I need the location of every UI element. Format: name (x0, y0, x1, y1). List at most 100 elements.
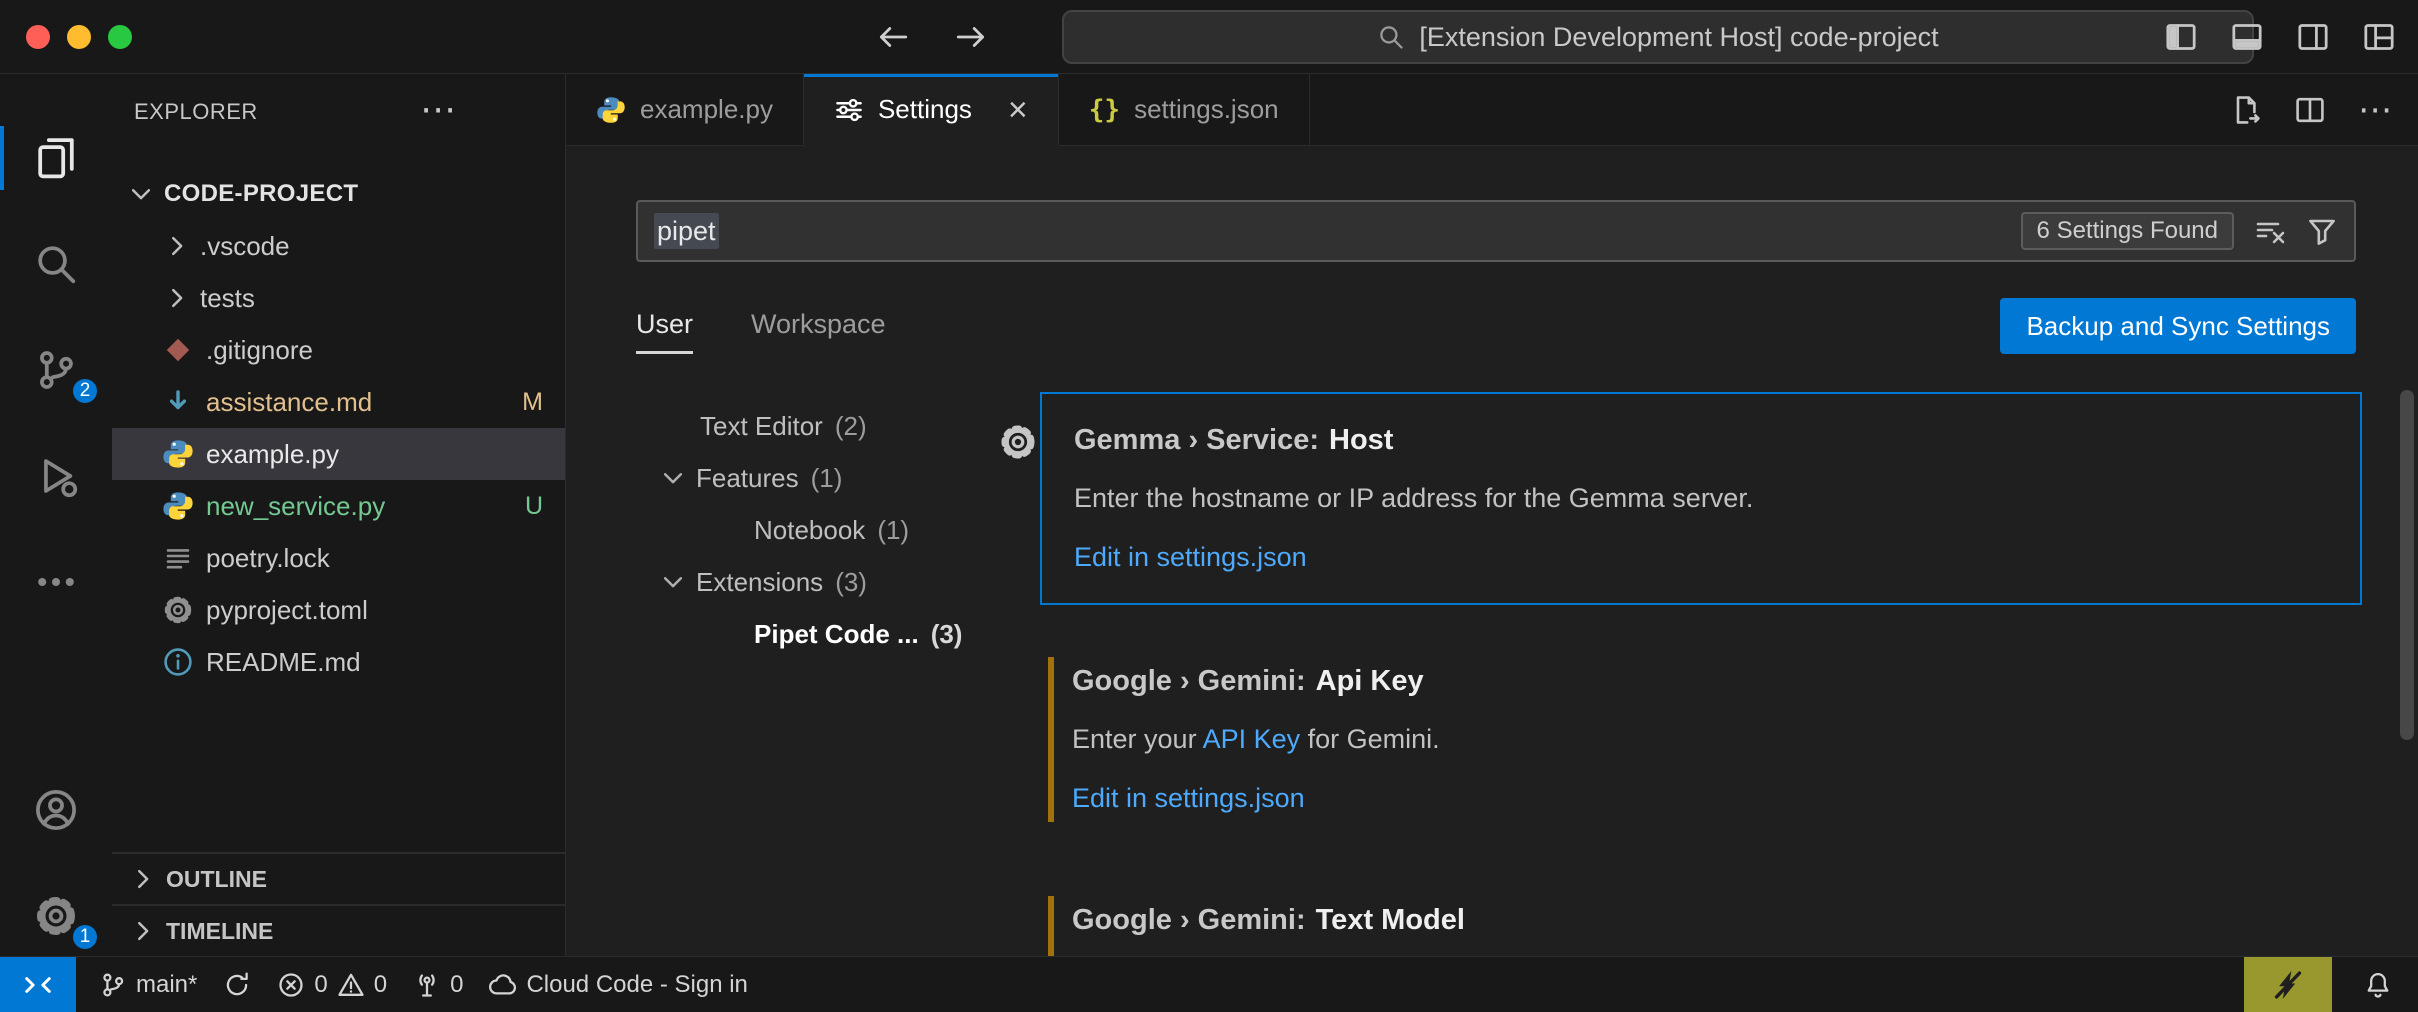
open-settings-json-icon[interactable] (2230, 94, 2262, 126)
toggle-panel-icon[interactable] (2230, 20, 2264, 54)
more-actions-icon[interactable]: ⋯ (2358, 93, 2392, 127)
status-bar-right (2244, 957, 2418, 1012)
remote-icon (23, 970, 53, 1000)
close-window-button[interactable] (26, 25, 50, 49)
git-branch-item[interactable]: main* (86, 957, 210, 1012)
activity-source-control-button[interactable]: 2 (0, 342, 112, 398)
activity-run-debug-button[interactable] (0, 448, 112, 504)
tab-settings[interactable]: Settings × (804, 74, 1059, 146)
modified-indicator (1048, 657, 1054, 822)
explorer-item-vscode[interactable]: .vscode (112, 220, 565, 272)
settings-sliders-icon (834, 95, 864, 125)
forward-icon[interactable] (954, 20, 988, 54)
toggle-primary-sidebar-icon[interactable] (2164, 20, 2198, 54)
activity-explorer-button[interactable] (0, 130, 112, 186)
split-editor-icon[interactable] (2294, 94, 2326, 126)
ports-item[interactable]: 0 (400, 957, 476, 1012)
back-icon[interactable] (876, 20, 910, 54)
config-file-icon (162, 594, 194, 626)
explorer-item-poetry-lock[interactable]: poetry.lock (112, 532, 565, 584)
toc-text-editor[interactable]: Text Editor(2) (636, 400, 966, 452)
git-untracked-badge: U (525, 492, 543, 521)
minimize-window-button[interactable] (67, 25, 91, 49)
settings-editor: pipet 6 Settings Found User Workspace Ba… (566, 146, 2418, 956)
zoom-window-button[interactable] (108, 25, 132, 49)
explorer-item-pyproject-toml[interactable]: pyproject.toml (112, 584, 565, 636)
backup-sync-settings-button[interactable]: Backup and Sync Settings (2000, 298, 2356, 354)
views-more-actions-icon[interactable]: ⋯ (420, 88, 457, 130)
close-tab-icon[interactable]: × (1008, 93, 1028, 127)
activity-more-views-button[interactable] (0, 554, 112, 610)
sync-changes-item[interactable] (210, 957, 264, 1012)
settings-scope-bar: User Workspace Backup and Sync Settings (636, 298, 2356, 354)
activity-account-button[interactable] (0, 782, 112, 838)
chevron-down-icon (658, 567, 688, 597)
cloud-code-item[interactable]: Cloud Code - Sign in (476, 957, 760, 1012)
scm-badge: 2 (70, 376, 100, 406)
titlebar: [Extension Development Host] code-projec… (0, 0, 2418, 74)
search-value: pipet (654, 216, 719, 247)
file-tree: CODE-PROJECT .vscode tests .gitignore as… (112, 150, 565, 688)
tab-example-py[interactable]: example.py (566, 74, 804, 146)
explorer-item-tests[interactable]: tests (112, 272, 565, 324)
setting-gemma-service-host[interactable]: Gemma › Service:Host Enter the hostname … (1040, 392, 2362, 605)
extension-host-status-item[interactable] (2244, 957, 2332, 1012)
activity-settings-button[interactable]: 1 (0, 888, 112, 944)
toc-notebook[interactable]: Notebook(1) (636, 504, 966, 556)
api-key-link[interactable]: API Key (1203, 724, 1301, 754)
settings-search-input[interactable]: pipet 6 Settings Found (636, 200, 2356, 262)
activity-search-button[interactable] (0, 236, 112, 292)
filter-icon[interactable] (2306, 215, 2338, 247)
setting-google-gemini-api-key[interactable]: Google › Gemini:Api Key Enter your API K… (1040, 635, 2362, 844)
toggle-secondary-sidebar-icon[interactable] (2296, 20, 2330, 54)
edit-in-settings-json-link[interactable]: Edit in settings.json (1074, 542, 1307, 573)
edit-in-settings-json-link[interactable]: Edit in settings.json (1072, 783, 1305, 814)
setting-description: Enter the hostname or IP address for the… (1074, 483, 2328, 514)
explorer-item-new-service-py[interactable]: new_service.py U (112, 480, 565, 532)
problems-item[interactable]: 0 0 (264, 957, 400, 1012)
settings-badge: 1 (70, 922, 100, 952)
setting-title: Gemma › Service:Host (1074, 424, 2328, 457)
search-actions: 6 Settings Found (2021, 212, 2338, 250)
customize-layout-icon[interactable] (2362, 20, 2396, 54)
git-file-icon (162, 334, 194, 366)
explorer-item-example-py[interactable]: example.py (112, 428, 565, 480)
results-count-badge: 6 Settings Found (2021, 212, 2234, 250)
toc-features[interactable]: Features(1) (636, 452, 966, 504)
ellipsis-icon (33, 559, 79, 605)
status-bar: main* 0 0 0 Cloud Code - Sign in (0, 956, 2418, 1012)
activity-bar: 2 1 (0, 74, 112, 956)
explorer-root-folder[interactable]: CODE-PROJECT (112, 168, 565, 220)
search-icon (1377, 23, 1405, 51)
lock-file-icon (162, 542, 194, 574)
toc-pipet-code[interactable]: Pipet Code ...(3) (636, 608, 966, 660)
settings-list: Gemma › Service:Host Enter the hostname … (1040, 392, 2362, 956)
remote-indicator[interactable] (0, 957, 76, 1012)
lightning-slash-icon (2271, 968, 2305, 1002)
scrollbar-thumb[interactable] (2400, 390, 2414, 740)
chevron-right-icon (128, 864, 158, 894)
command-center[interactable]: [Extension Development Host] code-projec… (1062, 10, 2254, 64)
explorer-item-readme-md[interactable]: README.md (112, 636, 565, 688)
setting-more-actions-gear-icon[interactable] (998, 422, 1038, 462)
git-modified-badge: M (522, 388, 543, 417)
timeline-section-header[interactable]: TIMELINE (112, 904, 565, 956)
setting-google-gemini-text-model[interactable]: Google › Gemini:Text Model (1040, 874, 2362, 956)
notifications-item[interactable] (2338, 957, 2418, 1012)
tab-settings-json[interactable]: {} settings.json (1059, 74, 1310, 146)
error-icon (277, 971, 305, 999)
sidebar-bottom-sections: OUTLINE TIMELINE (112, 852, 565, 956)
explorer-item-gitignore[interactable]: .gitignore (112, 324, 565, 376)
scope-tab-workspace[interactable]: Workspace (751, 298, 886, 354)
python-file-icon (162, 490, 194, 522)
search-icon (33, 241, 79, 287)
clear-search-icon[interactable] (2254, 215, 2286, 247)
python-file-icon (162, 438, 194, 470)
scope-tab-user[interactable]: User (636, 298, 693, 354)
outline-section-header[interactable]: OUTLINE (112, 852, 565, 904)
warning-icon (337, 971, 365, 999)
history-nav (876, 0, 988, 74)
toc-extensions[interactable]: Extensions(3) (636, 556, 966, 608)
modified-indicator (1048, 896, 1054, 956)
explorer-item-assistance-md[interactable]: assistance.md M (112, 376, 565, 428)
